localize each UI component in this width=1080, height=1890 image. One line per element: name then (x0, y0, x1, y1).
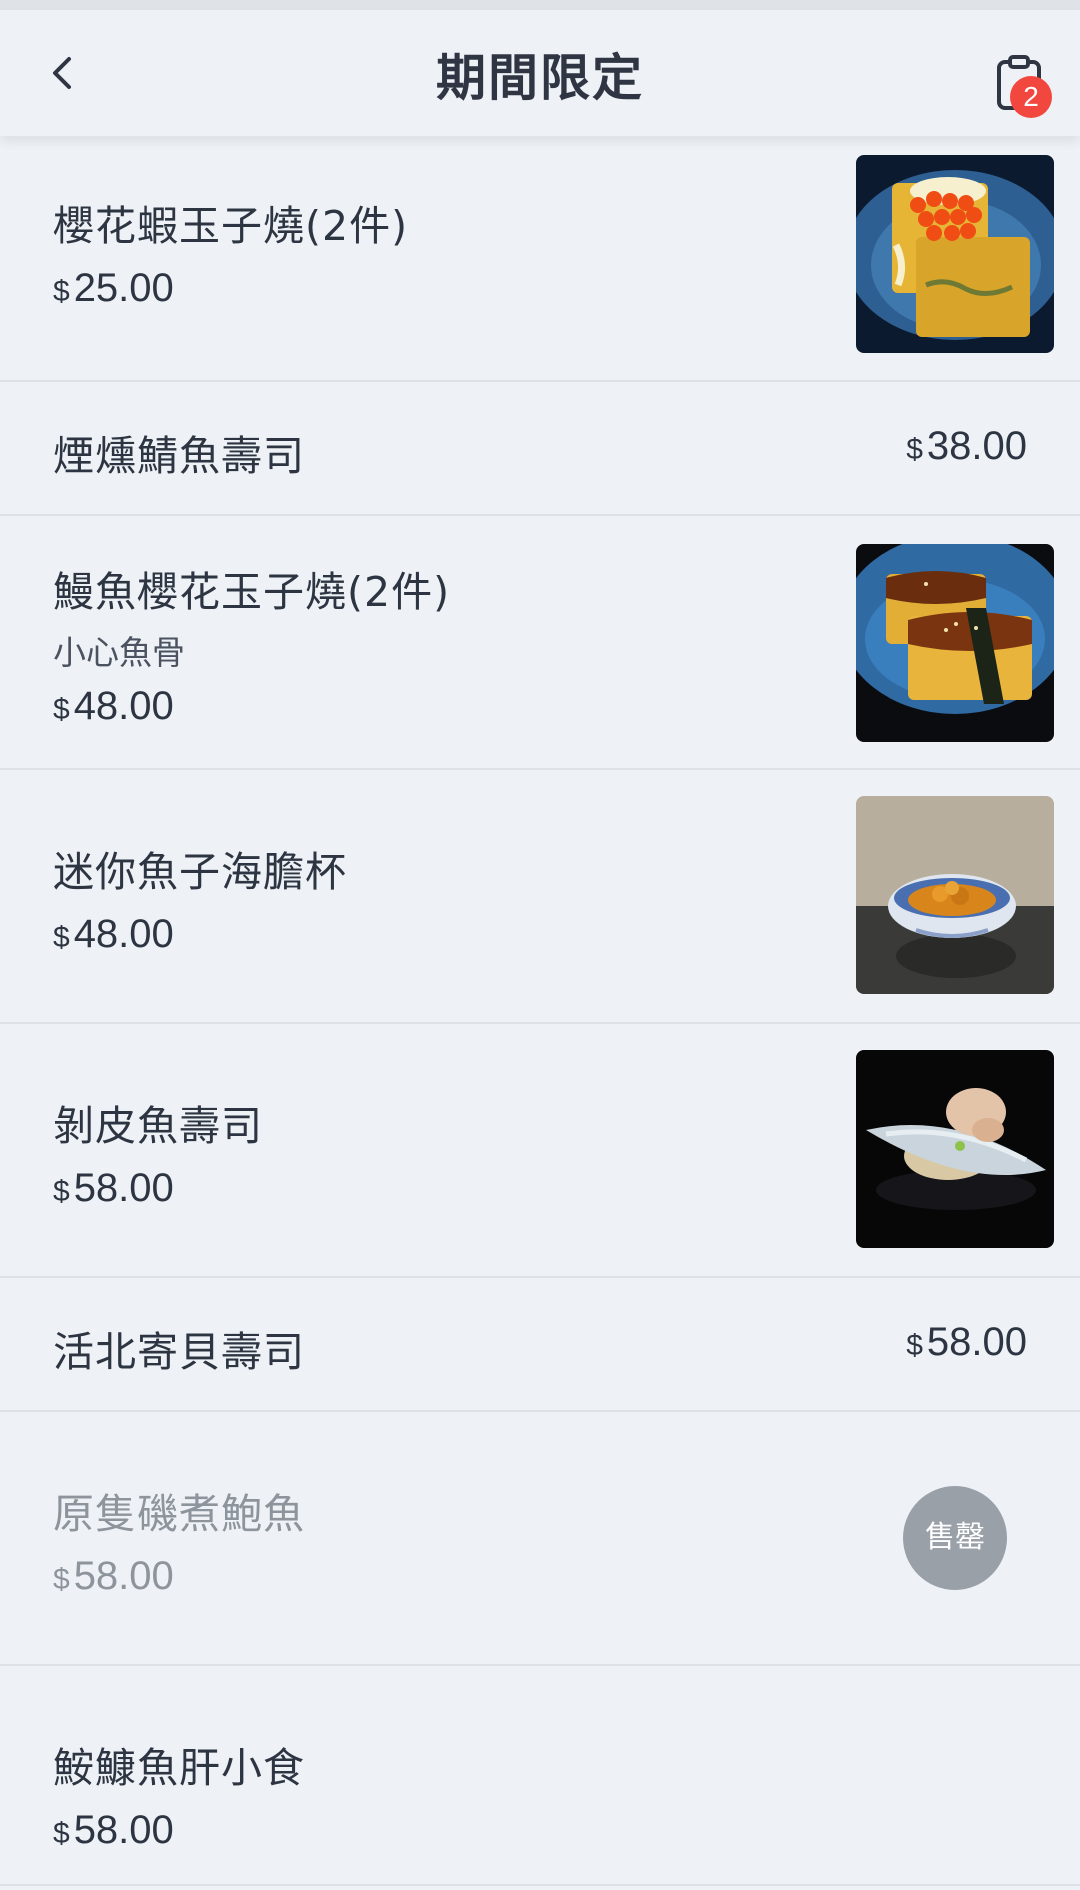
item-name: 迷你魚子海膽杯 (53, 848, 347, 896)
item-image (856, 796, 1054, 994)
item-image (856, 1050, 1054, 1248)
page-title: 期間限定 (436, 49, 644, 107)
list-item[interactable]: 櫻花蝦玉子燒(2件) $25.00 (0, 136, 1080, 382)
item-name: 原隻磯煮鮑魚 (53, 1490, 305, 1538)
item-name: 鰻魚櫻花玉子燒(2件) (53, 568, 451, 616)
item-price: $58.00 (53, 1166, 174, 1210)
item-image (856, 544, 1054, 742)
item-image (856, 155, 1054, 353)
item-name: 剝皮魚壽司 (53, 1102, 263, 1150)
list-item[interactable]: 剝皮魚壽司 $58.00 (0, 1024, 1080, 1278)
item-price: $58.00 (53, 1808, 174, 1852)
list-item[interactable]: 活北寄貝壽司 $58.00 (0, 1278, 1080, 1412)
item-name: 櫻花蝦玉子燒(2件) (53, 202, 409, 250)
item-price: $58.00 (906, 1320, 1027, 1364)
item-price: $48.00 (53, 684, 174, 728)
list-item[interactable]: 迷你魚子海膽杯 $48.00 (0, 770, 1080, 1024)
item-price: $48.00 (53, 912, 174, 956)
top-bar: 期間限定 2 (0, 10, 1080, 136)
item-price: $38.00 (906, 424, 1027, 468)
item-name: 活北寄貝壽司 (53, 1328, 305, 1376)
item-price: $58.00 (53, 1554, 174, 1598)
item-price: $25.00 (53, 266, 174, 310)
soldout-badge: 售罄 (903, 1486, 1007, 1590)
list-item[interactable]: 鮟鱇魚肝小食 $58.00 (0, 1666, 1080, 1886)
menu-list: 櫻花蝦玉子燒(2件) $25.00 煙燻鯖魚壽司 $ 38.00 鰻魚櫻花玉子燒… (0, 136, 1080, 1886)
status-bar (0, 0, 1080, 10)
item-name: 鮟鱇魚肝小食 (53, 1744, 305, 1792)
cart-count-badge: 2 (1010, 76, 1052, 118)
item-note: 小心魚骨 (53, 633, 185, 672)
item-name: 煙燻鯖魚壽司 (53, 432, 305, 480)
list-item[interactable]: 煙燻鯖魚壽司 $38.00 (0, 382, 1080, 516)
eel-tamagoyaki-image (856, 544, 1054, 742)
list-item[interactable]: 鰻魚櫻花玉子燒(2件) 小心魚骨 $48.00 (0, 516, 1080, 770)
list-item-soldout: 原隻磯煮鮑魚 $58.00 售罄 (0, 1412, 1080, 1666)
filefish-sushi-image (856, 1050, 1054, 1248)
sea-urchin-cup-image (856, 796, 1054, 994)
tamagoyaki-with-roe-image (856, 155, 1054, 353)
